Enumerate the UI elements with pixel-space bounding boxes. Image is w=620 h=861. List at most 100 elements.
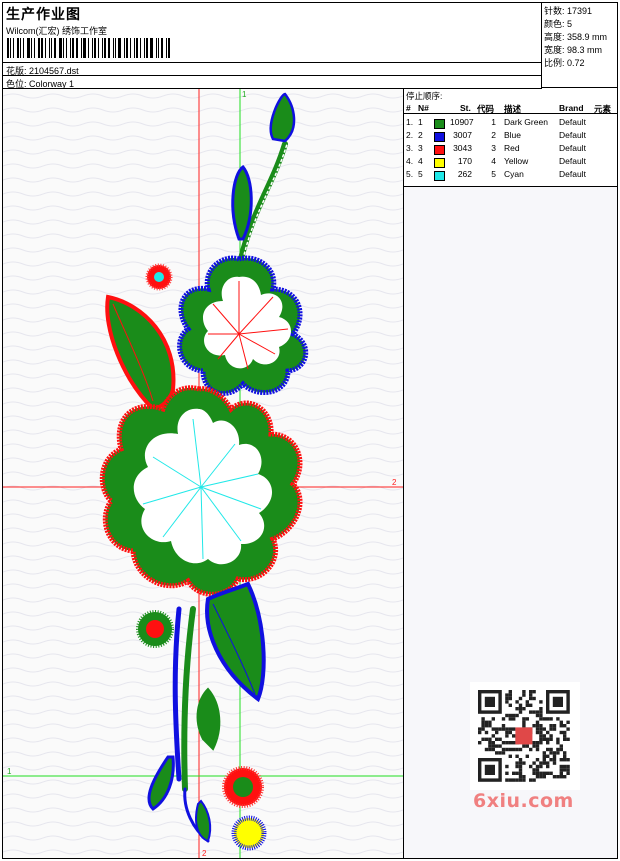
legend-row: 1. 1 10907 1 Dark Green Default bbox=[404, 117, 617, 130]
qr-module bbox=[556, 747, 560, 752]
qr-module bbox=[549, 771, 553, 775]
qr-module bbox=[498, 744, 502, 748]
qr-module bbox=[515, 700, 519, 704]
qr-module bbox=[512, 713, 516, 718]
qr-module bbox=[535, 741, 540, 745]
qr-module bbox=[546, 717, 550, 721]
qr-module bbox=[522, 693, 526, 697]
barcode-bar bbox=[118, 38, 121, 58]
qr-module bbox=[491, 734, 495, 738]
qr-module bbox=[546, 747, 550, 752]
color-swatch bbox=[434, 171, 445, 181]
qr-module bbox=[484, 724, 489, 728]
design-scale: 比例: 0.72 bbox=[544, 58, 585, 68]
qr-module bbox=[535, 720, 540, 724]
qr-module bbox=[508, 741, 512, 745]
qr-module bbox=[552, 761, 557, 765]
qr-module bbox=[525, 754, 529, 758]
color-code: 1 bbox=[491, 117, 496, 127]
barcode-bar bbox=[10, 38, 11, 58]
qr-module bbox=[563, 724, 567, 728]
qr-module bbox=[535, 747, 540, 752]
qr-module bbox=[508, 730, 512, 735]
stop-number: 2. bbox=[406, 130, 414, 140]
qr-module bbox=[559, 771, 563, 775]
barcode-bar bbox=[20, 38, 21, 58]
qr-module bbox=[535, 727, 540, 731]
barcode-bar bbox=[59, 38, 62, 58]
qr-module bbox=[535, 758, 540, 762]
barcode-bar bbox=[38, 38, 40, 58]
barcode-bar bbox=[72, 38, 74, 58]
qr-code-image bbox=[478, 690, 570, 782]
qr-module bbox=[559, 768, 563, 772]
qr-module bbox=[532, 724, 536, 728]
legend-row: 4. 4 170 4 Yellow Default bbox=[404, 156, 617, 169]
color-description: Blue bbox=[504, 130, 522, 140]
qr-module bbox=[488, 724, 492, 728]
barcode-bar bbox=[94, 38, 96, 58]
qr-module bbox=[522, 775, 526, 779]
qr-module bbox=[539, 707, 543, 711]
qr-module bbox=[549, 751, 553, 755]
qr-module bbox=[532, 696, 536, 701]
qr-module bbox=[508, 713, 512, 718]
qr-module bbox=[478, 730, 482, 735]
qr-module bbox=[559, 764, 563, 769]
barcode-bar bbox=[92, 38, 93, 58]
qr-module bbox=[532, 744, 536, 748]
qr-module bbox=[559, 724, 563, 728]
qr-module bbox=[566, 737, 570, 741]
qr-module bbox=[539, 727, 543, 731]
qr-module bbox=[539, 710, 543, 714]
qr-module bbox=[484, 720, 489, 724]
qr-module bbox=[488, 720, 492, 724]
qr-module bbox=[525, 703, 529, 707]
qr-module bbox=[505, 741, 509, 745]
qr-module bbox=[478, 741, 482, 745]
qr-module bbox=[518, 771, 523, 775]
stitch-count: 3043 bbox=[453, 143, 472, 153]
qr-module bbox=[563, 754, 567, 758]
col-header-st: St. bbox=[460, 103, 471, 113]
qr-module bbox=[539, 700, 543, 704]
barcode-bar bbox=[76, 38, 78, 58]
qr-module bbox=[522, 707, 526, 711]
qr-module bbox=[535, 764, 540, 769]
stitch-count: 170 bbox=[457, 156, 472, 166]
qr-module bbox=[532, 690, 536, 694]
qr-module bbox=[559, 730, 563, 735]
design-height: 高度: 358.9 mm bbox=[544, 32, 608, 42]
qr-module bbox=[505, 700, 509, 704]
qr-module bbox=[508, 727, 512, 731]
qr-module bbox=[542, 751, 546, 755]
thread-brand: Default bbox=[559, 130, 586, 140]
qr-module bbox=[559, 747, 563, 752]
qr-module bbox=[505, 727, 509, 731]
qr-module bbox=[529, 710, 533, 714]
qr-module bbox=[484, 730, 489, 735]
qr-module bbox=[478, 727, 482, 731]
barcode-bar bbox=[27, 38, 30, 58]
needle-number: 5 bbox=[418, 169, 423, 179]
qr-module bbox=[518, 778, 523, 782]
qr-module bbox=[566, 727, 570, 731]
qr-module bbox=[559, 758, 563, 762]
qr-module bbox=[488, 741, 492, 745]
qr-module bbox=[552, 754, 557, 758]
col-header-num: # bbox=[406, 103, 411, 113]
qr-module bbox=[522, 690, 526, 694]
qr-module bbox=[529, 747, 533, 752]
qr-module bbox=[556, 751, 560, 755]
design-width: 宽度: 98.3 mm bbox=[544, 45, 603, 55]
qr-module bbox=[498, 727, 502, 731]
qr-module bbox=[529, 696, 533, 701]
barcode-bar bbox=[41, 38, 43, 58]
color-description: Dark Green bbox=[504, 117, 548, 127]
barcode-bar bbox=[108, 38, 110, 58]
qr-module bbox=[539, 771, 543, 775]
barcode-bar bbox=[168, 38, 170, 58]
qr-module bbox=[481, 717, 485, 721]
qr-module bbox=[546, 761, 550, 765]
stitch-count: 3007 bbox=[453, 130, 472, 140]
